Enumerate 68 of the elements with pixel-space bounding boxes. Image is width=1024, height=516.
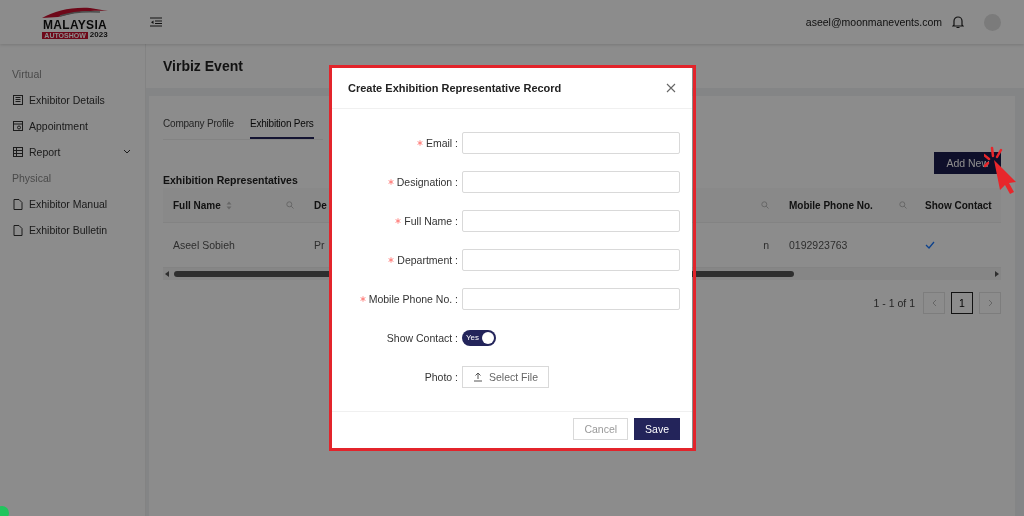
field-label: Department : (397, 253, 458, 266)
sidebar-group-label: Physical (11, 171, 53, 186)
search-icon[interactable] (286, 201, 294, 209)
search-icon[interactable] (899, 201, 907, 209)
sidebar-item-label: Exhibitor Manual (29, 197, 108, 212)
document-icon (13, 225, 23, 236)
sidebar-item[interactable]: Appointment (0, 118, 145, 144)
field-label: Designation : (396, 175, 458, 188)
field-label: Photo : (424, 370, 458, 383)
close-icon[interactable] (666, 83, 676, 93)
logo-title: MALAYSIA (43, 19, 107, 31)
chevron-right-icon (987, 299, 993, 307)
sidebar-group-label: Virtual (11, 67, 43, 82)
table-cell: 0192923763 (789, 239, 848, 251)
document-icon (13, 199, 23, 210)
section-title: Exhibition Representatives (163, 174, 298, 186)
calendar-icon (13, 121, 23, 131)
building-icon (13, 95, 23, 105)
field-label: Email : (425, 136, 458, 149)
sidebar-item[interactable]: Report (0, 144, 145, 170)
field-label: Show Contact : (386, 331, 458, 344)
sort-icon[interactable] (225, 200, 232, 210)
search-icon[interactable] (761, 201, 769, 209)
column-header[interactable]: Full Name (163, 188, 304, 222)
upload-icon (473, 371, 483, 382)
menu-fold-icon[interactable] (150, 17, 162, 27)
sidebar-item-label: Exhibitor Bulletin (29, 223, 108, 238)
cancel-button[interactable]: Cancel (573, 418, 629, 440)
bell-icon[interactable] (952, 15, 964, 29)
sidebar-item[interactable]: Exhibitor Bulletin (0, 222, 145, 248)
column-header[interactable]: Show Contact (917, 188, 1001, 222)
sidebar-item[interactable]: Exhibitor Details (0, 92, 145, 118)
page-title: Virbiz Event (163, 58, 243, 74)
input-field[interactable] (462, 287, 680, 310)
input-field[interactable] (462, 209, 680, 232)
previous-page-button[interactable] (923, 292, 945, 314)
table-cell: Pr (314, 239, 325, 251)
tab[interactable]: Company Profile (163, 112, 234, 139)
column-title: Full Name (173, 199, 221, 211)
sidebar-item[interactable]: Exhibitor Manual (0, 196, 145, 222)
input-field[interactable] (462, 131, 680, 154)
chevron-left-icon (931, 299, 937, 307)
sidebar-item-label: Exhibitor Details (29, 93, 105, 108)
column-title: Show Contact (925, 199, 992, 211)
next-page-button[interactable] (979, 292, 1001, 314)
page-button[interactable]: 1 (951, 292, 973, 314)
modal-title: Create Exhibition Representative Record (348, 82, 562, 94)
sidebar-item-label: Report (29, 145, 61, 160)
table-icon (13, 147, 23, 157)
column-header[interactable]: Mobile Phone No. (779, 188, 917, 222)
save-button[interactable]: Save (634, 418, 680, 440)
tab[interactable]: Exhibition Pers (249, 112, 314, 139)
pagination-summary: 1 - 1 of 1 (873, 297, 915, 309)
toggle-switch[interactable]: Yes (462, 329, 496, 346)
user-email: aseel@moonmanevents.com (805, 16, 942, 28)
sidebar-item-label: Appointment (29, 119, 88, 134)
logo-year: 2023 (89, 31, 108, 39)
table-cell: Aseel Sobieh (173, 239, 235, 251)
input-field[interactable] (462, 248, 680, 271)
column-title: Mobile Phone No. (789, 199, 873, 211)
chevron-down-icon (123, 149, 131, 154)
select-file-button[interactable]: Select File (462, 365, 550, 388)
scroll-right-icon[interactable] (994, 271, 999, 277)
field-label: Full Name : (404, 214, 458, 227)
input-field[interactable] (462, 170, 680, 193)
field-label: Mobile Phone No. : (368, 292, 458, 305)
scroll-left-icon[interactable] (165, 271, 170, 277)
table-cell: n (763, 239, 769, 251)
